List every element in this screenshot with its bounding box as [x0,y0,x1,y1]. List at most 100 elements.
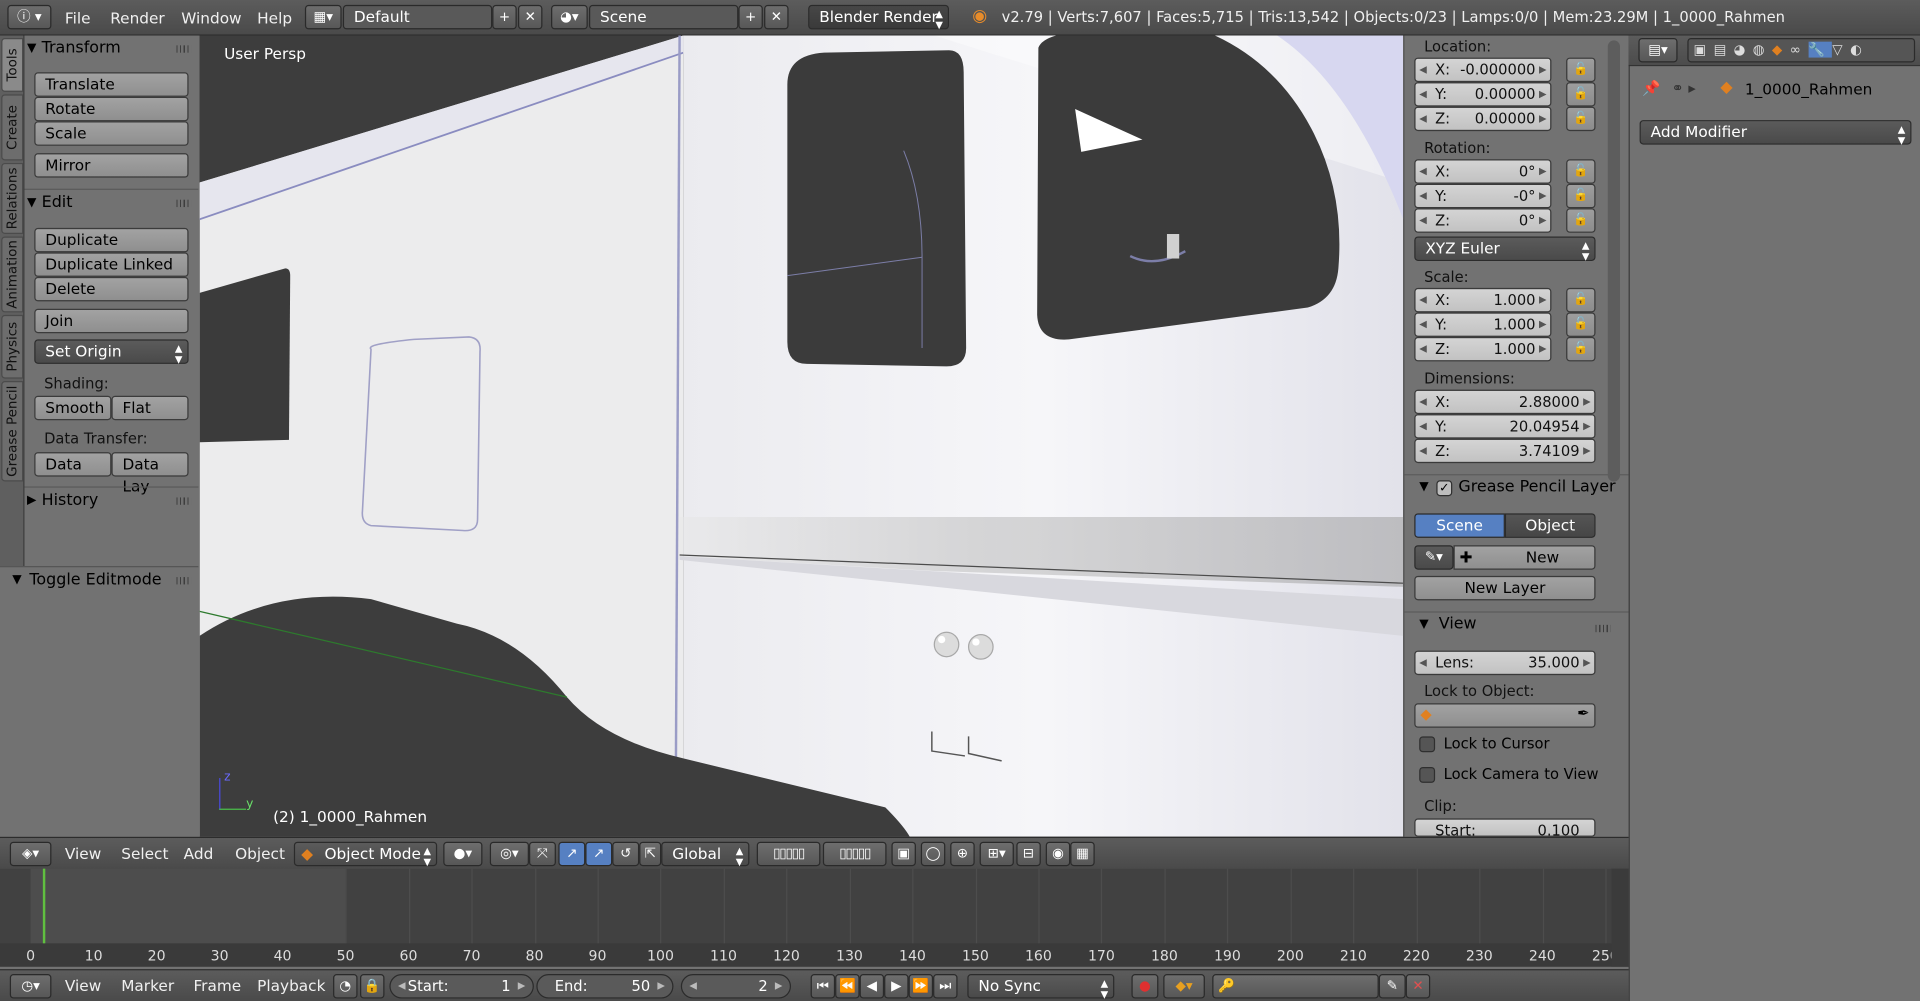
add-layout-icon[interactable]: + [492,4,517,30]
screen-layout-field[interactable]: Default [342,4,493,30]
rotation-mode-select[interactable]: XYZ Euler ▲ ▼ [1414,236,1596,262]
duplicate-button[interactable]: Duplicate [34,227,189,253]
rotation-z-field[interactable]: ◀ Z: 0° ▶ [1414,208,1552,233]
move-manipulator-icon[interactable]: ↗ [585,841,613,867]
lock-camera-checkbox[interactable] [1419,766,1436,783]
increment-arrow-icon[interactable]: ▶ [518,975,526,997]
history-panel-header[interactable]: ▶ History [24,486,199,513]
remove-layout-icon[interactable]: ✕ [517,4,543,30]
menu-playback[interactable]: Playback [257,976,325,994]
delete-keyframe-icon[interactable]: ✕ [1405,974,1431,999]
expand-arrow-icon[interactable]: ▼ [1419,618,1428,631]
tab-tools[interactable]: Tools [1,37,24,92]
scale-y-field[interactable]: ◀ Y: 1.000 ▶ [1414,312,1552,337]
transform-orientation-select[interactable]: Global ▲ ▼ [661,841,750,867]
manipulator-toggle-icon[interactable]: ⤧ [528,841,556,867]
lock-icon[interactable]: 🔓 [1566,312,1596,337]
pin-icon[interactable]: 📌 [1642,80,1660,97]
mode-select[interactable]: ◆ Object Mode ▲ ▼ [293,841,438,867]
rotation-y-field[interactable]: ◀ Y: -0° ▶ [1414,183,1552,209]
remove-scene-icon[interactable]: ✕ [764,4,789,30]
drag-grip-icon[interactable] [176,199,192,208]
editor-type-info-icon[interactable]: ⓘ ▾ [7,4,52,30]
scene-field[interactable]: Scene [588,4,739,30]
proportional-edit-icon[interactable]: ◯ [920,841,946,867]
location-z-field[interactable]: ◀ Z: 0.00000 ▶ [1414,106,1552,132]
lock-object-field[interactable]: ◆ ✒ [1414,703,1596,728]
render-opengl-icon[interactable]: ◉ [1045,841,1071,867]
constraints-context-icon[interactable]: ∞ [1790,42,1809,58]
scene-context-icon[interactable]: ◕ [1734,42,1753,58]
menu-file[interactable]: File [65,9,91,27]
rotate-manipulator-icon[interactable]: ↺ [612,841,640,867]
set-origin-select[interactable]: Set Origin ▲ ▼ [34,339,189,365]
scale-z-field[interactable]: ◀ Z: 1.000 ▶ [1414,336,1552,362]
editor-type-3d-icon[interactable]: ◈▾ [9,841,52,867]
data-context-icon[interactable]: ▽ [1832,42,1850,58]
tab-physics[interactable]: Physics [1,314,24,379]
keying-icon[interactable]: ◆▾ [1163,974,1205,999]
menu-frame[interactable]: Frame [193,976,241,994]
3d-viewport[interactable]: User Persp (2) 1_0000_Rahmen z y [199,35,1404,837]
location-x-field[interactable]: ◀ X: -0.000000 ▶ [1414,57,1552,83]
rotate-button[interactable]: Rotate [34,96,189,122]
editor-type-icon[interactable]: ▤▾ [1638,37,1678,63]
viewport-shading-icon[interactable]: ●▾ [443,841,483,867]
end-frame-field[interactable]: End: 50 ▶ [536,974,674,999]
editor-type-timeline-icon[interactable]: ◷▾ [9,974,52,999]
layer-buttons-b[interactable]: ▯▯▯▯▯ [822,841,887,867]
jump-keyframe-back-icon[interactable]: ⏪ [835,974,860,999]
dimensions-x-field[interactable]: ◀ X: 2.88000 ▶ [1414,389,1596,415]
dimensions-y-field[interactable]: ◀ Y: 20.04954 ▶ [1414,414,1596,439]
scale-manipulator-icon[interactable]: ⇱ [639,841,662,867]
drag-grip-icon[interactable] [176,45,192,53]
new-gp-data-button[interactable]: ✚ New [1453,545,1596,570]
menu-view[interactable]: View [65,976,101,994]
lock-icon[interactable]: 🔓 [1566,159,1596,184]
menu-select[interactable]: Select [121,844,168,862]
snap-icon[interactable]: ⊕ [950,841,975,867]
clip-start-field[interactable]: Start: 0.100 [1414,818,1596,837]
pivot-point-icon[interactable]: ◎▾ [489,841,529,867]
snap-target-icon[interactable]: ⊟ [1016,841,1041,867]
properties-context-tabs[interactable]: ▣▤◕◍◆∞🔧▽◐ [1687,37,1916,63]
increment-arrow-icon[interactable]: ▶ [775,975,783,997]
insert-keyframe-icon[interactable]: ✎ [1378,974,1406,999]
tab-create[interactable]: Create [1,94,24,161]
jump-start-icon[interactable]: ⏮ [810,974,836,999]
menu-help[interactable]: Help [257,9,292,27]
object-toggle[interactable]: Object [1504,513,1596,538]
layer-buttons-a[interactable]: ▯▯▯▯▯ [756,841,821,867]
material-context-icon[interactable]: ◐ [1850,42,1869,58]
world-context-icon[interactable]: ◍ [1753,42,1772,58]
smooth-button[interactable]: Smooth [34,395,112,421]
lock-icon[interactable]: 🔓 [1566,82,1596,107]
current-frame-field[interactable]: ◀ 2 ▶ [680,974,792,999]
drag-grip-icon[interactable] [176,577,192,585]
flat-button[interactable]: Flat [111,395,189,421]
jump-keyframe-forward-icon[interactable]: ⏩ [908,974,934,999]
render-context-icon[interactable]: ▣ [1693,42,1713,58]
lock-range-icon[interactable]: 🔒 [360,974,385,999]
start-frame-field[interactable]: ◀ Start: 1 ▶ [389,974,534,999]
scene-toggle[interactable]: Scene [1414,513,1505,538]
location-y-field[interactable]: ◀ Y: 0.00000 ▶ [1414,82,1552,107]
sync-mode-select[interactable]: No Sync ▲ ▼ [967,974,1115,1000]
play-icon[interactable]: ▶ [884,974,909,999]
lock-to-cursor-checkbox[interactable] [1419,736,1436,753]
expand-arrow-icon[interactable]: ▼ [1419,480,1428,493]
lock-icon[interactable]: 🔓 [1566,106,1596,132]
join-button[interactable]: Join [34,308,189,334]
lock-icon[interactable]: 🔓 [1566,336,1596,362]
snap-element-icon[interactable]: ⊞▾ [979,841,1014,867]
render-animation-icon[interactable]: ▦ [1070,841,1095,867]
new-layer-button[interactable]: New Layer [1414,575,1596,601]
render-engine-select[interactable]: Blender Render ▲ ▼ [808,4,949,31]
tab-animation[interactable]: Animation [1,236,24,313]
layers-context-icon[interactable]: ▤ [1714,42,1734,58]
mirror-button[interactable]: Mirror [34,153,189,178]
record-icon[interactable]: ● [1131,974,1159,999]
keying-set-field[interactable]: 🔑 [1212,974,1379,999]
jump-end-icon[interactable]: ⏭ [933,974,958,999]
menu-window[interactable]: Window [181,9,241,27]
